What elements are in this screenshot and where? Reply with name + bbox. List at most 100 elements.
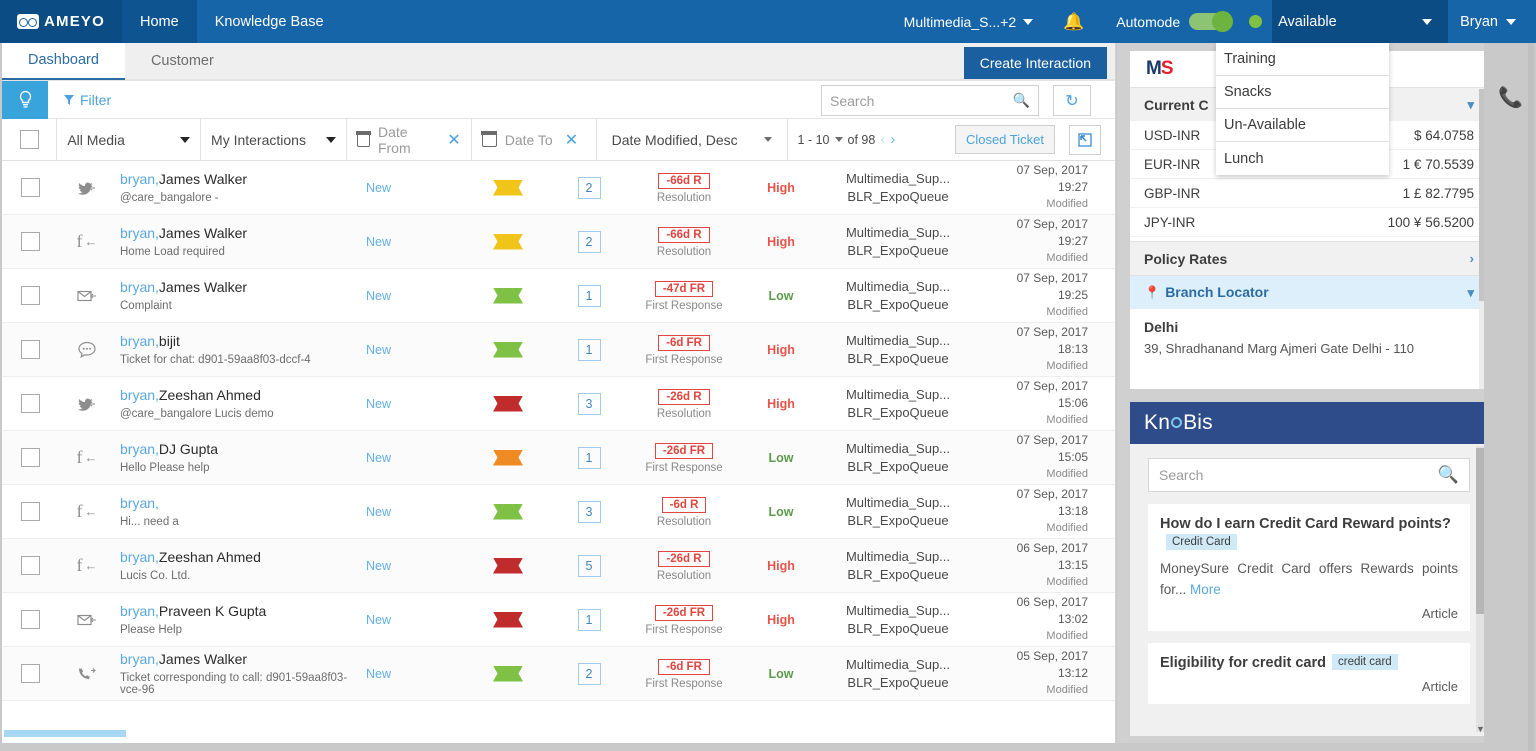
campaign-selector[interactable]: Multimedia_S...+2: [892, 0, 1045, 43]
nav-tab-home-label: Home: [140, 13, 179, 30]
automode-toggle[interactable]: [1189, 11, 1234, 32]
lightbulb-icon[interactable]: [2, 80, 48, 119]
sort-dropdown[interactable]: Date Modified, Desc: [597, 119, 788, 160]
date-to-field[interactable]: Date To ✕: [472, 119, 597, 160]
table-row[interactable]: bryan,Praveen K Gupta Please Help New 1 -26d…: [2, 593, 1115, 647]
row-checkbox[interactable]: [20, 232, 40, 251]
row-checkbox[interactable]: [20, 610, 40, 629]
date-from-clear-icon[interactable]: ✕: [447, 130, 460, 150]
automode-label: Automode: [1116, 13, 1181, 30]
knobis-search-input[interactable]: [1159, 467, 1438, 483]
chevron-down-icon: [763, 137, 772, 142]
table-row[interactable]: f ← bryan, Hi... need a New 3 -6d R Resolution L…: [2, 485, 1115, 539]
branch-locator-section-header[interactable]: 📍 Branch Locator ▾: [1130, 275, 1488, 309]
ticket-title[interactable]: bryan,Zeeshan Ahmed: [120, 549, 366, 566]
automode-toggle-group[interactable]: Automode: [1102, 0, 1235, 43]
row-checkbox[interactable]: [20, 448, 40, 467]
table-row[interactable]: f ← bryan,Zeeshan Ahmed Lucis Co. Ltd. New 5-…: [2, 539, 1115, 593]
tab-dashboard[interactable]: Dashboard: [2, 43, 125, 80]
ticket-title[interactable]: bryan,Zeeshan Ahmed: [120, 387, 366, 404]
horizontal-scrollbar[interactable]: [4, 730, 1115, 737]
table-row[interactable]: bryan,bijit Ticket for chat: d901-59aa8f0…: [2, 323, 1115, 377]
modified-date: 07 Sep, 2017: [1016, 433, 1088, 447]
table-row[interactable]: f ← bryan,DJ Gupta Hello Please help New 1 -26…: [2, 431, 1115, 485]
filter-link[interactable]: Filter: [48, 92, 111, 108]
ticket-title[interactable]: bryan,Praveen K Gupta: [120, 603, 366, 620]
interaction-filter-dropdown[interactable]: My Interactions: [201, 119, 347, 160]
page-scrollbar[interactable]: [1528, 43, 1534, 751]
ticket-title[interactable]: bryan,James Walker: [120, 225, 366, 242]
knobis-article-card[interactable]: Eligibility for credit card credit card Ar…: [1148, 643, 1470, 704]
ticket-title[interactable]: bryan,bijit: [120, 333, 366, 350]
knobis-more-link[interactable]: More: [1190, 582, 1221, 597]
table-row[interactable]: bryan,James Walker Complaint New 1 -47d FR Fi…: [2, 269, 1115, 323]
select-all-checkbox[interactable]: [19, 130, 39, 149]
sla-badge: -66d R: [658, 172, 710, 189]
table-row[interactable]: bryan,James Walker Ticket corresponding t…: [2, 647, 1115, 701]
knobis-search-wrapper[interactable]: 🔍: [1148, 458, 1470, 492]
ticket-state: New: [366, 342, 392, 357]
user-menu[interactable]: Bryan: [1448, 0, 1536, 43]
table-row[interactable]: bryan,Zeeshan Ahmed @care_bangalore Lucis…: [2, 377, 1115, 431]
status-menu-item-unavailable[interactable]: Un-Available: [1216, 109, 1389, 142]
chat-inbound-icon: [58, 340, 116, 360]
row-checkbox[interactable]: [20, 502, 40, 521]
tab-customer[interactable]: Customer: [124, 43, 240, 80]
modified-date: 07 Sep, 2017: [1016, 487, 1088, 501]
ticket-title[interactable]: bryan,James Walker: [120, 279, 366, 296]
queue-line-1: Multimedia_Sup...: [845, 332, 951, 348]
ticket-title[interactable]: bryan,James Walker: [120, 651, 366, 668]
ticket-state: New: [366, 288, 392, 303]
row-checkbox[interactable]: [20, 286, 40, 305]
interaction-count-badge: 3: [577, 500, 601, 523]
row-checkbox[interactable]: [20, 556, 40, 575]
ticket-title[interactable]: bryan,James Walker: [120, 171, 366, 188]
modified-date: 05 Sep, 2017: [1016, 649, 1088, 663]
ticket-subtitle: Hi... need a: [120, 516, 179, 528]
search-input-wrapper[interactable]: 🔍: [821, 85, 1039, 116]
row-checkbox[interactable]: [20, 178, 40, 197]
ticket-flag-cell: [462, 665, 554, 682]
ticket-customer: bijit: [158, 333, 180, 349]
status-menu-item-lunch[interactable]: Lunch: [1216, 142, 1389, 175]
date-to-clear-icon[interactable]: ✕: [565, 130, 578, 150]
agent-status-dropdown-menu[interactable]: Training Snacks Un-Available Lunch: [1216, 43, 1389, 175]
media-filter-dropdown[interactable]: All Media: [57, 119, 202, 160]
nav-tab-home[interactable]: Home: [122, 0, 197, 43]
previous-page-button[interactable]: ‹: [880, 131, 885, 148]
ticket-title[interactable]: bryan,: [120, 495, 366, 512]
status-menu-item-snacks[interactable]: Snacks: [1216, 76, 1389, 109]
modified-time: 13:12: [1057, 666, 1088, 680]
search-icon[interactable]: 🔍: [1438, 465, 1459, 485]
row-select-cell: [2, 178, 58, 197]
table-row[interactable]: bryan,James Walker @care_bangalore - New 2-…: [2, 161, 1115, 215]
row-checkbox[interactable]: [20, 340, 40, 359]
create-interaction-button[interactable]: Create Interaction: [963, 47, 1107, 79]
knobis-article-card[interactable]: How do I earn Credit Card Reward points?…: [1148, 504, 1470, 631]
modified-label: Modified: [1046, 630, 1088, 642]
nav-tab-knowledge-base[interactable]: Knowledge Base: [197, 0, 342, 43]
phone-icon[interactable]: 📞: [1498, 85, 1523, 110]
ticket-title[interactable]: bryan,DJ Gupta: [120, 441, 366, 458]
table-row[interactable]: f ← bryan,James Walker Home Load required Ne…: [2, 215, 1115, 269]
currency-pair: EUR-INR: [1144, 156, 1201, 172]
search-icon[interactable]: 🔍: [1013, 92, 1030, 109]
search-input[interactable]: [830, 92, 1013, 109]
closed-ticket-button[interactable]: Closed Ticket: [954, 125, 1055, 154]
ticket-subtitle: @care_bangalore -: [120, 192, 219, 204]
policy-rates-section-header[interactable]: Policy Rates ›: [1130, 241, 1488, 275]
sla-type-label: Resolution: [656, 515, 712, 528]
status-menu-item-training[interactable]: Training: [1216, 43, 1389, 76]
refresh-button[interactable]: ↻: [1053, 85, 1091, 116]
horizontal-scrollbar-thumb[interactable]: [4, 730, 126, 737]
notification-bell-icon[interactable]: 🔔: [1045, 0, 1102, 43]
date-from-field[interactable]: Date From ✕: [347, 119, 472, 160]
agent-status-selector[interactable]: Available: [1272, 0, 1449, 43]
row-select-cell: [2, 232, 58, 251]
expand-view-button[interactable]: [1068, 124, 1101, 155]
row-checkbox[interactable]: [20, 664, 40, 683]
currency-value: 1 £ 82.7795: [1402, 185, 1474, 201]
chevron-down-icon[interactable]: [834, 137, 843, 142]
row-checkbox[interactable]: [20, 394, 40, 413]
next-page-button[interactable]: ›: [890, 131, 895, 148]
